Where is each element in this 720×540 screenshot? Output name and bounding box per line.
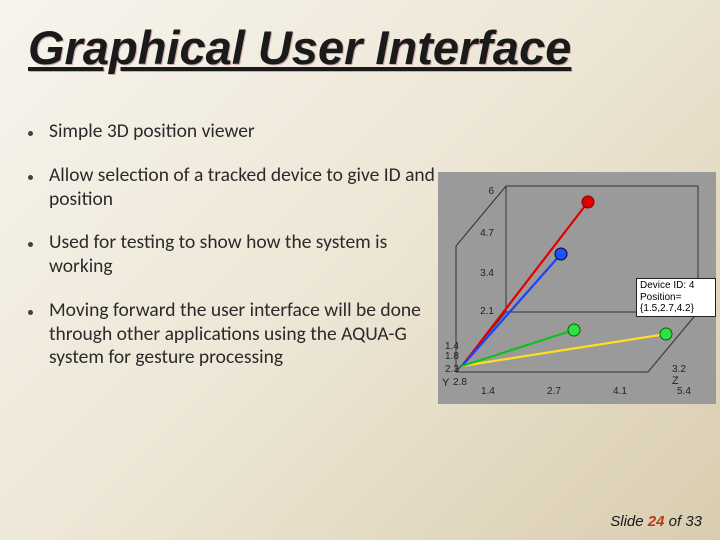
device-id-text: Device ID: 4 xyxy=(640,280,712,292)
svg-text:6: 6 xyxy=(488,186,494,197)
bullet-text: Moving forward the user interface will b… xyxy=(49,299,438,370)
device-position-text: Position={1.5,2.7,4.2} xyxy=(640,292,712,315)
svg-text:1.8: 1.8 xyxy=(445,351,459,362)
footer-total: 33 xyxy=(685,513,702,530)
slide-number: Slide 24 of 33 xyxy=(610,513,702,530)
svg-text:5.4: 5.4 xyxy=(677,386,691,397)
svg-text:1.4: 1.4 xyxy=(481,386,495,397)
list-item: Used for testing to show how the system … xyxy=(28,231,438,279)
footer-prefix: Slide xyxy=(610,513,648,530)
bullet-text: Allow selection of a tracked device to g… xyxy=(49,164,438,212)
bullet-dot-icon xyxy=(28,131,33,136)
svg-text:Y: Y xyxy=(442,377,450,389)
bullet-text: Used for testing to show how the system … xyxy=(49,231,438,279)
list-item: Allow selection of a tracked device to g… xyxy=(28,164,438,212)
bullet-dot-icon xyxy=(28,242,33,247)
bullet-dot-icon xyxy=(28,310,33,315)
svg-text:4.1: 4.1 xyxy=(613,386,627,397)
device-info-label: Device ID: 4 Position={1.5,2.7,4.2} xyxy=(636,278,716,317)
svg-text:3.2: 3.2 xyxy=(672,364,686,375)
bullet-dot-icon xyxy=(28,175,33,180)
list-item: Simple 3D position viewer xyxy=(28,120,438,144)
list-item: Moving forward the user interface will b… xyxy=(28,299,438,370)
svg-text:2.3: 2.3 xyxy=(445,364,459,375)
svg-text:3.4: 3.4 xyxy=(480,268,494,279)
svg-text:2.8: 2.8 xyxy=(453,377,467,388)
plot-3d-figure: 6 4.7 3.4 2.1 1.4 1.8 2.3 2.8 Y 1.4 2.7 … xyxy=(438,172,716,404)
bullet-list: Simple 3D position viewer Allow selectio… xyxy=(28,120,438,390)
svg-text:2.1: 2.1 xyxy=(480,306,494,317)
bullet-text: Simple 3D position viewer xyxy=(49,120,438,144)
footer-current: 24 xyxy=(648,513,665,530)
slide-title: Graphical User Interface xyxy=(28,20,571,75)
footer-mid: of xyxy=(664,513,685,530)
svg-text:Z: Z xyxy=(672,375,679,387)
svg-text:2.7: 2.7 xyxy=(547,386,561,397)
svg-text:4.7: 4.7 xyxy=(480,228,494,239)
